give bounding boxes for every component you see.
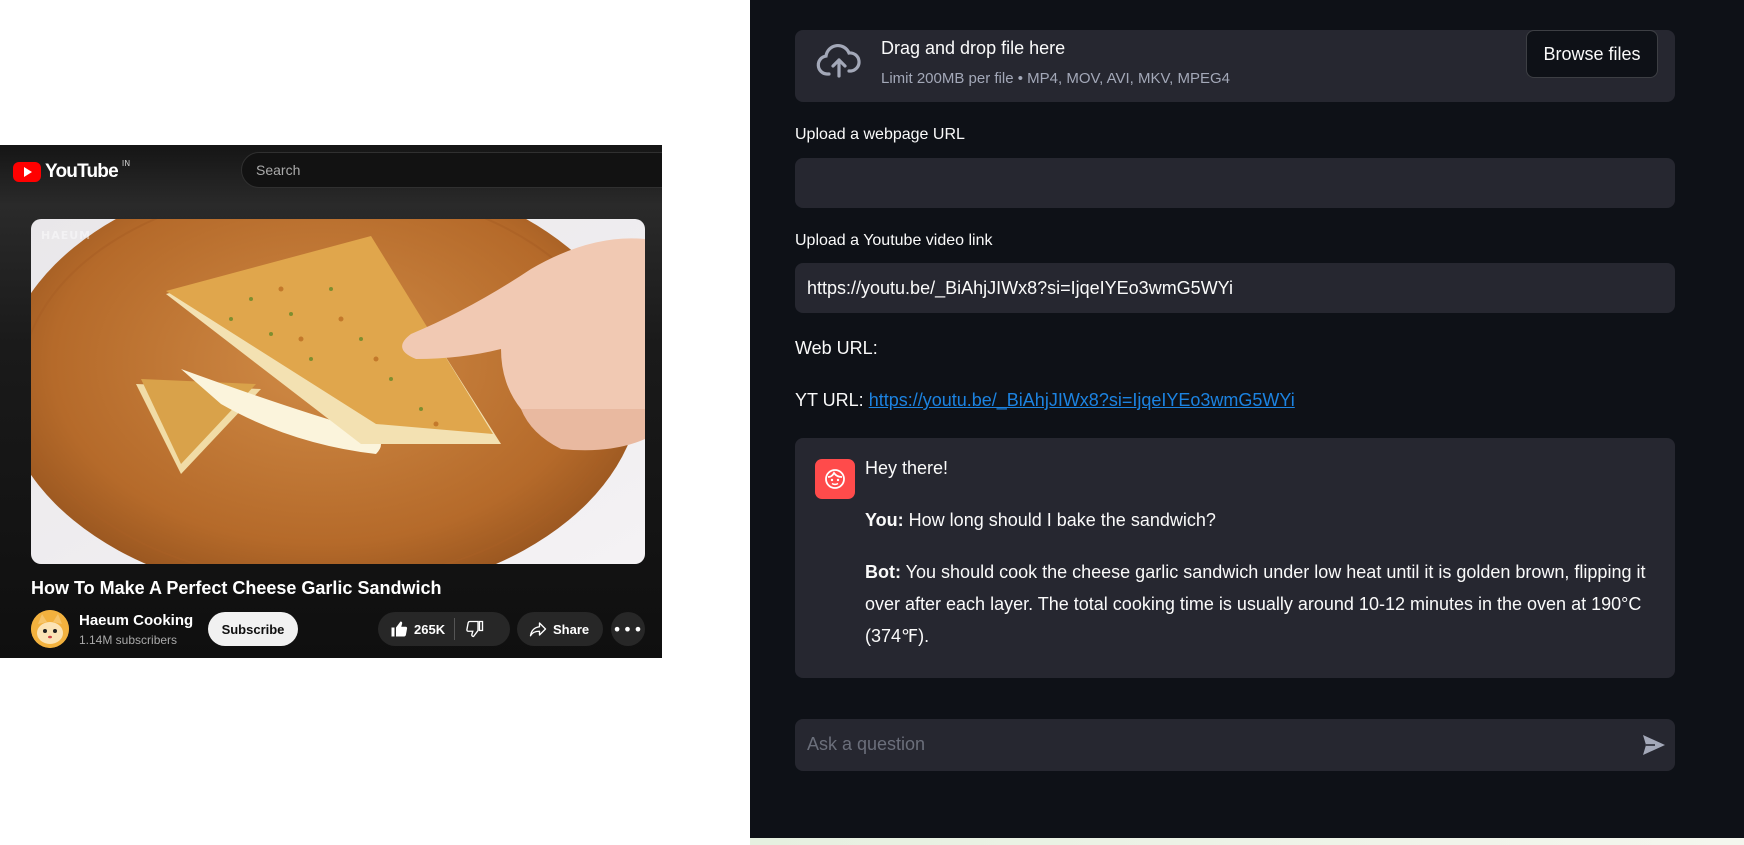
like-button[interactable]: 265K xyxy=(378,612,450,646)
region-code: IN xyxy=(121,158,131,168)
bot-message: Bot: You should cook the cheese garlic s… xyxy=(865,556,1655,652)
ask-question-input[interactable]: Ask a question xyxy=(795,719,1675,771)
more-button[interactable]: ••• xyxy=(611,612,645,646)
subscriber-count: 1.14M subscribers xyxy=(79,633,178,647)
search-placeholder: Search xyxy=(256,162,301,178)
web-url-text: Web URL: xyxy=(795,338,878,358)
chat-greeting: Hey there! xyxy=(865,458,949,478)
youtube-link-label: Upload a Youtube video link xyxy=(795,232,993,249)
chat-app-panel: Drag and drop file here Limit 200MB per … xyxy=(750,0,1744,845)
bot-avatar xyxy=(815,459,855,499)
user-message: You: How long should I bake the sandwich… xyxy=(865,504,1655,536)
file-dropzone[interactable]: Drag and drop file here Limit 200MB per … xyxy=(795,30,1675,102)
share-button[interactable]: Share xyxy=(517,612,603,646)
like-count: 265K xyxy=(414,621,446,637)
more-icon: ••• xyxy=(612,619,644,639)
like-icon xyxy=(391,621,408,637)
send-icon[interactable] xyxy=(1642,734,1666,756)
dropzone-limit: Limit 200MB per file • MP4, MOV, AVI, MK… xyxy=(881,70,1230,87)
video-title[interactable]: How To Make A Perfect Cheese Garlic Sand… xyxy=(31,578,441,599)
youtube-logo-icon xyxy=(13,162,41,182)
channel-avatar[interactable] xyxy=(31,610,69,648)
user-prefix: You: xyxy=(865,510,904,530)
youtube-video-card: YouTube IN Search HAEUM How To Make A Pe… xyxy=(0,145,662,658)
share-label: Share xyxy=(553,621,590,637)
bot-message-text: You should cook the cheese garlic sandwi… xyxy=(865,562,1646,646)
browse-files-button[interactable]: Browse files xyxy=(1526,30,1658,78)
share-icon xyxy=(529,622,547,637)
yt-url-link[interactable]: https://youtu.be/_BiAhjJIWx8?si=IjqeIYEo… xyxy=(869,390,1295,410)
subscribe-button[interactable]: Subscribe xyxy=(208,612,298,646)
webpage-url-label: Upload a webpage URL xyxy=(795,126,965,143)
bot-prefix: Bot: xyxy=(865,562,901,582)
bot-avatar-icon xyxy=(825,469,845,489)
ask-placeholder: Ask a question xyxy=(807,734,926,754)
upload-cloud-icon xyxy=(816,43,861,78)
dropzone-title: Drag and drop file here xyxy=(881,38,1066,58)
dislike-button[interactable] xyxy=(455,612,495,646)
yt-url-line: YT URL: https://youtu.be/_BiAhjJIWx8?si=… xyxy=(795,390,1295,411)
webpage-url-input[interactable] xyxy=(795,158,1675,208)
dislike-icon xyxy=(466,620,484,638)
channel-name[interactable]: Haeum Cooking xyxy=(79,612,193,629)
youtube-logo[interactable]: YouTube IN xyxy=(13,158,131,183)
chat-message: Hey there! You: How long should I bake t… xyxy=(795,438,1675,678)
bottom-strip xyxy=(750,838,1744,845)
youtube-link-input[interactable]: https://youtu.be/_BiAhjJIWx8?si=IjqeIYEo… xyxy=(795,263,1675,313)
like-dislike-group: 265K xyxy=(378,612,510,646)
user-message-text: How long should I bake the sandwich? xyxy=(908,510,1216,530)
yt-url-prefix: YT URL: xyxy=(795,390,864,410)
video-thumbnail[interactable]: HAEUM xyxy=(31,219,645,564)
thumbnail-watermark: HAEUM xyxy=(41,229,92,242)
youtube-search-input[interactable]: Search xyxy=(241,152,662,188)
youtube-logo-text: YouTube xyxy=(45,161,119,182)
sandwich-image xyxy=(31,219,645,564)
cat-avatar-icon xyxy=(31,610,69,648)
